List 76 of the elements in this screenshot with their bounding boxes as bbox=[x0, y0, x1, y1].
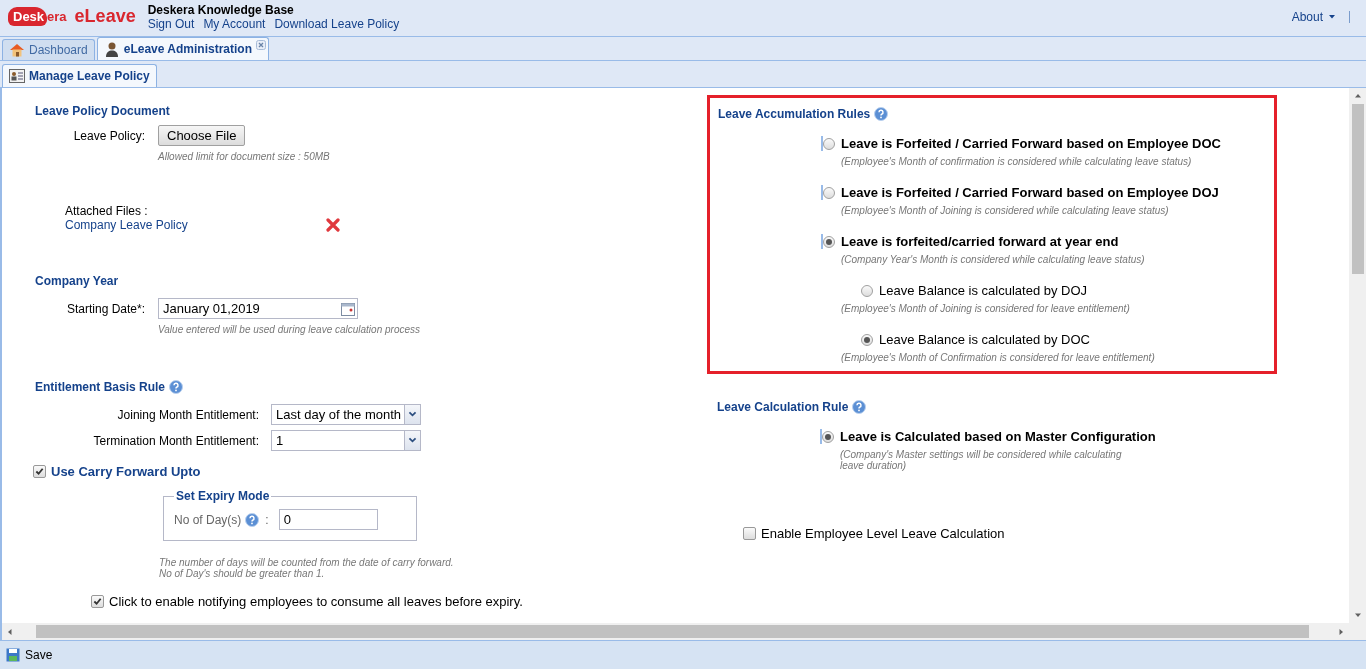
tab[interactable]: eLeave Administration bbox=[96, 37, 269, 60]
group-title: Set Expiry Mode bbox=[175, 489, 271, 503]
checkbox-label: Enable Employee Level Leave Calculation bbox=[761, 526, 1005, 541]
option-label: Leave is Calculated based on Master Configuration bbox=[840, 429, 1156, 444]
option-label: Leave Balance is calculated by DOJ bbox=[879, 283, 1088, 298]
about-menu[interactable]: About bbox=[1291, 10, 1323, 24]
option-label: Leave is Forfeited / Carried Forward based on Employee DOJ bbox=[841, 185, 1219, 200]
product-name: eLeave bbox=[74, 6, 136, 27]
option-label: Leave is forfeited/carried forward at year end bbox=[841, 234, 1119, 249]
field-label: Starting Date*: bbox=[65, 301, 146, 316]
delete-icon[interactable] bbox=[326, 218, 340, 232]
checkbox[interactable] bbox=[91, 595, 104, 608]
date-field[interactable]: January 01,2019 bbox=[158, 298, 358, 319]
checkbox[interactable] bbox=[33, 465, 46, 478]
radio-button[interactable] bbox=[861, 333, 873, 346]
section-heading: Leave Policy Document bbox=[35, 104, 171, 118]
logo-text: era bbox=[47, 9, 67, 24]
id-card-icon bbox=[9, 69, 25, 83]
section-heading: Leave Calculation Rule bbox=[717, 400, 1277, 414]
option-label: Leave Balance is calculated by DOC bbox=[879, 332, 1090, 347]
field-label: No of Day(s) bbox=[174, 512, 242, 527]
dropdown[interactable]: Last day of the month bbox=[271, 404, 421, 425]
logo-mark: Desk bbox=[8, 7, 48, 26]
house-icon bbox=[9, 42, 25, 58]
radio-button[interactable] bbox=[822, 430, 834, 443]
scroll-thumb[interactable] bbox=[1351, 104, 1364, 274]
field-label: Attached Files : bbox=[65, 204, 148, 218]
checkbox-label: Use Carry Forward Upto bbox=[51, 464, 201, 479]
help-icon[interactable] bbox=[874, 107, 889, 121]
section-heading: Leave Accumulation Rules bbox=[718, 107, 1274, 121]
option-description: (Company's Master settings will be considered while calculating leave duration) bbox=[840, 449, 1123, 471]
section-heading: Entitlement Basis Rule bbox=[35, 380, 707, 394]
tab[interactable]: Dashboard bbox=[2, 39, 95, 60]
help-icon[interactable] bbox=[169, 380, 184, 394]
dropdown[interactable]: 1 bbox=[271, 430, 421, 451]
help-icon[interactable] bbox=[852, 400, 867, 414]
header-link[interactable]: Download Leave Policy bbox=[274, 17, 400, 31]
separator: : bbox=[265, 512, 269, 527]
radio-button[interactable] bbox=[823, 137, 835, 150]
header-link[interactable]: My Account bbox=[203, 17, 266, 31]
calendar-icon[interactable] bbox=[340, 300, 356, 317]
choose-file-button[interactable]: Choose File bbox=[158, 125, 246, 146]
horizontal-scrollbar[interactable] bbox=[2, 623, 1349, 640]
option-description: (Employee's Month of Joining is considered while calculating leave status) bbox=[841, 205, 1170, 216]
field-label: Termination Month Entitlement: bbox=[92, 433, 260, 448]
field-label: Joining Month Entitlement: bbox=[116, 407, 260, 422]
vertical-scrollbar[interactable] bbox=[1349, 88, 1366, 623]
hint-text: No of Day's should be greater than 1. bbox=[159, 568, 326, 579]
field-label: Leave Policy: bbox=[72, 128, 146, 143]
chevron-down-icon bbox=[408, 437, 417, 444]
close-icon[interactable] bbox=[256, 40, 266, 50]
radio-button[interactable] bbox=[823, 186, 835, 199]
help-icon[interactable] bbox=[245, 512, 260, 527]
attached-file-link[interactable]: Company Leave Policy bbox=[65, 218, 188, 232]
option-label: Leave is Forfeited / Carried Forward based on Employee DOC bbox=[841, 136, 1221, 151]
checkbox-label: Click to enable notifying employees to consume all leaves before expiry. bbox=[109, 594, 523, 609]
option-description: (Employee's Month of confirmation is considered while calculating leave status) bbox=[841, 156, 1193, 167]
option-description: (Employee's Month of Joining is considered for leave entitlement) bbox=[841, 303, 1131, 314]
hint-text: The number of days will be counted from the date of carry forward. bbox=[159, 557, 455, 568]
hint-text: Allowed limit for document size : 50MB bbox=[158, 151, 331, 162]
option-description: (Employee's Month of Confirmation is considered for leave entitlement) bbox=[841, 352, 1156, 363]
site-title: Deskera Knowledge Base bbox=[147, 3, 295, 17]
scroll-thumb[interactable] bbox=[36, 625, 1309, 638]
save-button[interactable]: Save bbox=[6, 648, 53, 662]
person-icon bbox=[103, 41, 120, 57]
days-input[interactable]: 0 bbox=[278, 509, 378, 530]
caret-icon bbox=[1329, 15, 1335, 19]
section-heading: Company Year bbox=[35, 274, 120, 288]
option-description: (Company Year's Month is considered while calculating leave status) bbox=[841, 254, 1146, 265]
tab[interactable]: Manage Leave Policy bbox=[2, 64, 157, 87]
radio-button[interactable] bbox=[823, 235, 835, 248]
header-link[interactable]: Sign Out bbox=[147, 17, 195, 31]
radio-button[interactable] bbox=[861, 284, 873, 297]
chevron-down-icon bbox=[408, 411, 417, 418]
checkbox[interactable] bbox=[743, 527, 756, 540]
hint-text: Value entered will be used during leave calculation process bbox=[158, 324, 421, 335]
